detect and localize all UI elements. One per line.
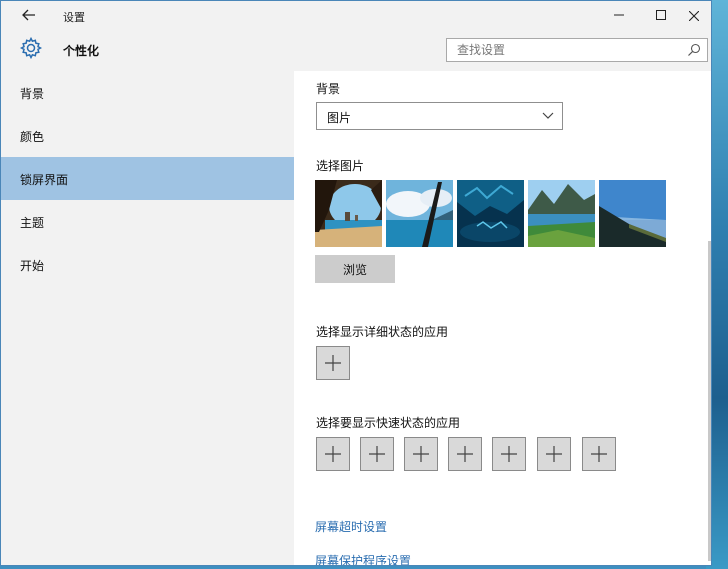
add-quick-status-app-button-5[interactable]: [492, 437, 526, 471]
add-quick-status-app-button-7[interactable]: [582, 437, 616, 471]
page-header: 个性化: [1, 31, 711, 71]
sidebar-item-colors[interactable]: 颜色: [1, 114, 294, 157]
plus-icon: [591, 446, 607, 462]
maximize-icon: [656, 10, 666, 20]
close-icon: [688, 10, 700, 22]
ice-cave-picture: [457, 180, 524, 247]
plus-icon: [325, 446, 341, 462]
plus-icon: [369, 446, 385, 462]
title-bar: 设置: [1, 1, 711, 31]
settings-window: 设置 个性化 背景 颜色: [0, 0, 712, 566]
screen-saver-settings-link[interactable]: 屏幕保护程序设置: [315, 552, 411, 565]
sidebar-item-label: 背景: [20, 87, 45, 101]
sidebar-item-label: 锁屏界面: [20, 173, 69, 187]
picture-thumbnail-4[interactable]: [528, 180, 595, 247]
back-button[interactable]: [17, 6, 41, 26]
content-scrollbar[interactable]: [708, 241, 711, 561]
sidebar-item-background[interactable]: 背景: [1, 71, 294, 114]
page-title: 个性化: [63, 44, 100, 58]
plus-icon: [501, 446, 517, 462]
add-quick-status-app-button-3[interactable]: [404, 437, 438, 471]
sidebar-item-themes[interactable]: 主题: [1, 200, 294, 243]
add-quick-status-app-button-2[interactable]: [360, 437, 394, 471]
picture-thumbnail-1[interactable]: [315, 180, 382, 247]
add-quick-status-app-button-6[interactable]: [537, 437, 571, 471]
back-arrow-icon: [22, 9, 35, 21]
sidebar: 背景 颜色 锁屏界面 主题 开始: [1, 71, 294, 565]
clouds-water-picture: [386, 180, 453, 247]
picture-thumbnail-5[interactable]: [599, 180, 666, 247]
screen-timeout-settings-link[interactable]: 屏幕超时设置: [315, 518, 387, 535]
close-button[interactable]: [672, 1, 711, 31]
plus-icon: [413, 446, 429, 462]
chevron-down-icon: [542, 112, 554, 119]
sidebar-item-label: 主题: [20, 216, 45, 230]
quick-status-label: 选择要显示快速状态的应用: [316, 416, 461, 430]
browse-button[interactable]: 浏览: [315, 255, 395, 283]
gear-icon: [19, 36, 43, 60]
plus-icon: [457, 446, 473, 462]
search-icon[interactable]: [687, 43, 701, 57]
search-box[interactable]: [446, 38, 708, 62]
search-input[interactable]: [447, 39, 692, 61]
background-dropdown[interactable]: 图片: [316, 102, 563, 130]
mountain-lake-picture: [528, 180, 595, 247]
hillside-sky-picture: [599, 180, 666, 247]
sidebar-item-label: 颜色: [20, 130, 45, 144]
picture-thumbnail-2[interactable]: [386, 180, 453, 247]
add-quick-status-app-button-4[interactable]: [448, 437, 482, 471]
sidebar-item-start[interactable]: 开始: [1, 243, 294, 286]
picture-thumbnail-3[interactable]: [457, 180, 524, 247]
sidebar-item-label: 开始: [20, 259, 45, 273]
detailed-status-label: 选择显示详细状态的应用: [316, 325, 449, 339]
minimize-button[interactable]: [597, 1, 641, 31]
window-title: 设置: [63, 11, 85, 24]
background-dropdown-value: 图片: [327, 111, 352, 125]
background-label: 背景: [316, 82, 341, 96]
plus-icon: [546, 446, 562, 462]
plus-icon: [325, 355, 341, 371]
content-pane: 背景 图片 选择图片 浏览 选择显示详细状态的应用 选择要显示快速状态的应用 屏…: [294, 71, 711, 565]
minimize-icon: [614, 14, 624, 16]
cave-beach-picture: [315, 180, 382, 247]
sidebar-item-lock-screen[interactable]: 锁屏界面: [1, 157, 294, 200]
choose-picture-label: 选择图片: [316, 159, 365, 173]
add-quick-status-app-button-1[interactable]: [316, 437, 350, 471]
add-detailed-status-app-button[interactable]: [316, 346, 350, 380]
